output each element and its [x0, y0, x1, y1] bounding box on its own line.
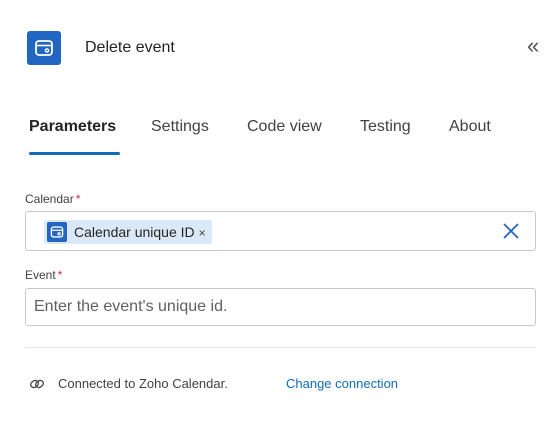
calendar-app-icon: [27, 31, 61, 65]
tab-testing[interactable]: Testing: [360, 118, 411, 136]
clear-field-icon[interactable]: [501, 220, 521, 242]
calendar-field-label: Calendar *: [25, 192, 80, 206]
calendar-token-icon: [47, 222, 67, 242]
tab-code-view[interactable]: Code view: [247, 118, 322, 136]
connection-status-text: Connected to Zoho Calendar.: [58, 376, 228, 391]
divider: [25, 347, 536, 348]
panel-header: Delete event «: [27, 31, 547, 65]
change-connection-link[interactable]: Change connection: [286, 376, 398, 391]
tab-parameters[interactable]: Parameters: [29, 118, 116, 136]
calendar-id-token[interactable]: Calendar unique ID ×: [44, 220, 212, 244]
required-marker: *: [57, 268, 63, 282]
panel-title: Delete event: [85, 39, 175, 56]
calendar-field[interactable]: Calendar unique ID ×: [25, 211, 536, 251]
event-label-text: Event: [25, 268, 56, 282]
link-icon: [29, 376, 45, 395]
tab-settings[interactable]: Settings: [151, 118, 209, 136]
event-field-label: Event *: [25, 268, 62, 282]
active-tab-indicator: [29, 152, 120, 155]
calendar-label-text: Calendar: [25, 192, 74, 206]
event-id-input[interactable]: [25, 288, 536, 326]
token-label: Calendar unique ID: [74, 224, 195, 240]
token-remove-button[interactable]: ×: [199, 226, 206, 240]
required-marker: *: [75, 192, 81, 206]
tab-about[interactable]: About: [449, 118, 491, 136]
collapse-panel-button[interactable]: «: [527, 34, 539, 58]
